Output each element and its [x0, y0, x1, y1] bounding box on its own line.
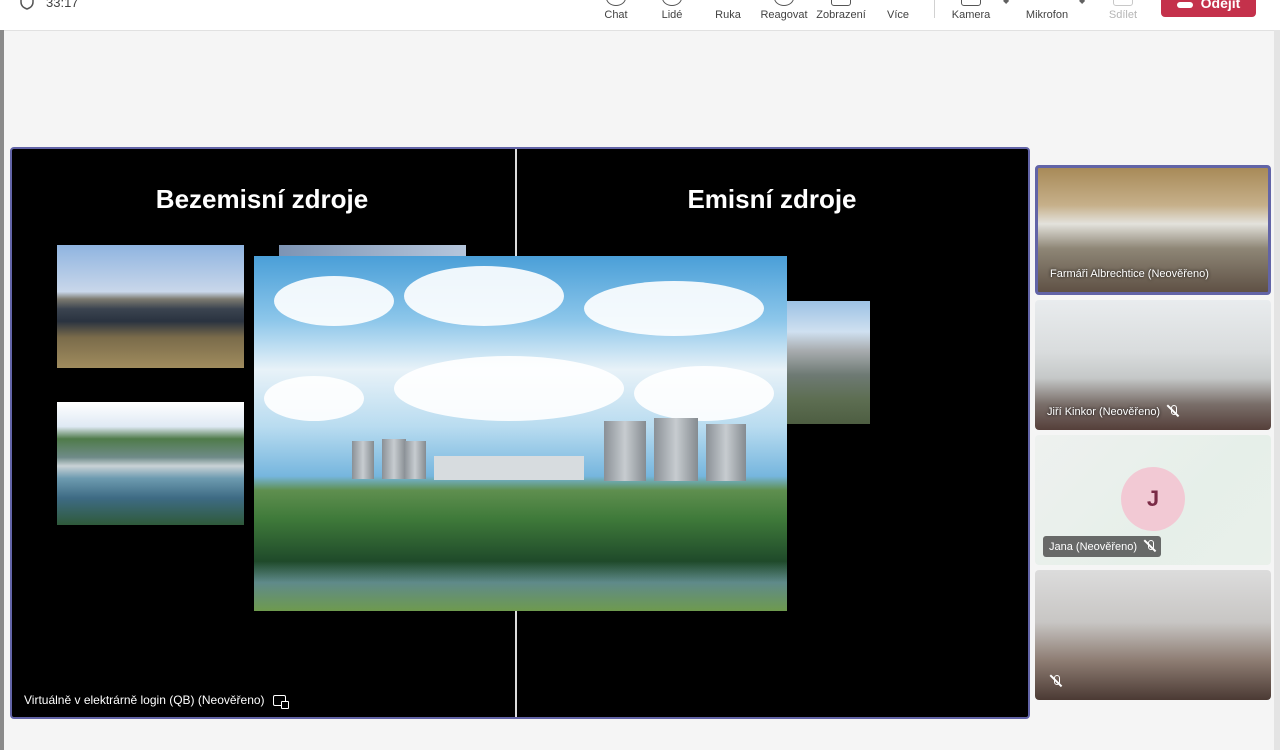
react-icon [774, 0, 794, 6]
participant-name: Farmáři Albrechtice (Neověřeno) [1050, 268, 1209, 280]
view-button[interactable]: Zobrazení [809, 0, 873, 30]
chevron-down-icon[interactable]: ◆ [1003, 0, 1009, 5]
share-icon [1113, 0, 1133, 6]
participant-name: Jana (Neověřeno) [1049, 540, 1138, 553]
hydro-dam-image [57, 402, 244, 525]
chat-icon [606, 0, 626, 6]
shared-screen[interactable]: Bezemisní zdroje Emisní zdroje Virtuálně… [10, 147, 1030, 719]
people-button[interactable]: Lidé [640, 0, 704, 30]
meeting-timer: 33:17 [20, 0, 79, 10]
camera-icon [961, 0, 981, 6]
presenter-name: Virtuálně v elektrárně login (QB) (Neově… [24, 693, 265, 707]
view-icon [831, 0, 851, 6]
screen-share-icon [272, 694, 289, 709]
participant-tile[interactable]: J Jana (Neověřeno) [1035, 435, 1271, 565]
presenter-label: Virtuálně v elektrárně login (QB) (Neově… [24, 693, 289, 709]
scrollbar[interactable] [1274, 30, 1280, 750]
raise-hand-icon [718, 0, 738, 6]
more-icon [888, 0, 908, 6]
timer-text: 33:17 [46, 0, 79, 10]
meeting-toolbar: 33:17 Chat Lidé Ruka Reagovat Zobrazení … [0, 0, 1280, 31]
chevron-down-icon[interactable]: ◆ [1079, 0, 1085, 5]
microphone-icon [1037, 0, 1057, 6]
more-button[interactable]: Více [866, 0, 930, 30]
chat-button[interactable]: Chat [584, 0, 648, 30]
slide-heading-left: Bezemisní zdroje [155, 184, 369, 214]
industrial-city-image [786, 301, 870, 424]
participant-name-tag: Jiří Kinkor (Neověřeno) [1043, 401, 1184, 422]
participant-name: Jiří Kinkor (Neověřeno) [1047, 405, 1161, 418]
participant-tile[interactable]: Farmáři Albrechtice (Neověřeno) [1035, 165, 1271, 295]
window-edge [0, 30, 4, 750]
react-button[interactable]: Reagovat [752, 0, 816, 30]
participant-tile[interactable]: Jiří Kinkor (Neověřeno) [1035, 300, 1271, 430]
raise-hand-button[interactable]: Ruka [696, 0, 760, 30]
share-button[interactable]: Sdílet [1091, 0, 1155, 30]
mic-off-icon [1168, 405, 1178, 418]
nuclear-plant-image [254, 256, 787, 611]
mic-off-icon [1145, 540, 1155, 553]
microphone-button[interactable]: Mikrofon [1015, 0, 1079, 30]
solar-farm-image [57, 245, 244, 368]
leave-button[interactable]: Odejít [1161, 0, 1256, 17]
slide-heading-right: Emisní zdroje [687, 184, 857, 214]
toolbar-divider [934, 0, 935, 18]
participant-tile[interactable] [1035, 570, 1271, 700]
participant-name-tag: Jana (Neověřeno) [1043, 536, 1162, 557]
camera-button[interactable]: Kamera [939, 0, 1003, 30]
phone-hangup-icon [1176, 2, 1193, 8]
participant-name-tag: Farmáři Albrechtice (Neověřeno) [1046, 264, 1215, 284]
mic-off-icon [1051, 675, 1061, 688]
shield-icon [20, 0, 34, 10]
people-icon [662, 0, 682, 6]
avatar: J [1121, 467, 1185, 531]
